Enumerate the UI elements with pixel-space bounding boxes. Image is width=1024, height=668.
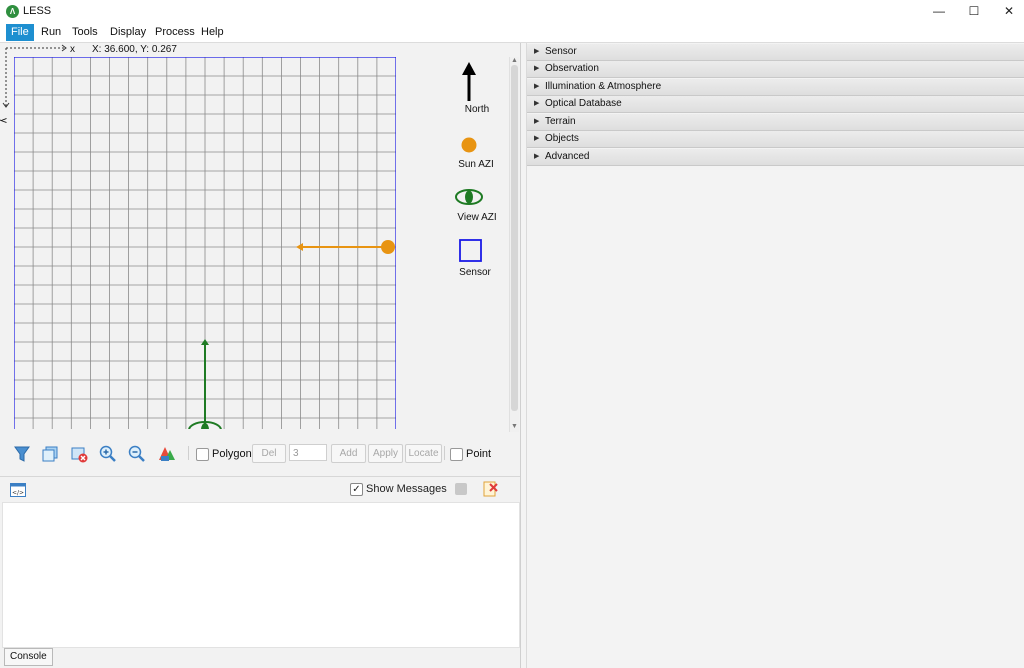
map-vertical-scrollbar[interactable]: ▲ ▼: [509, 57, 519, 432]
show-messages-label: Show Messages: [366, 483, 447, 495]
delete-objects-icon[interactable]: [69, 444, 89, 464]
scene-map-canvas[interactable]: [0, 43, 508, 435]
section-objects[interactable]: ▶ Objects: [527, 131, 1024, 148]
section-illumination-atmosphere[interactable]: ▶ Illumination & Atmosphere: [527, 79, 1024, 96]
sun-legend-icon: [461, 137, 477, 153]
view-azi-label: View AZI: [457, 212, 497, 223]
menu-tools[interactable]: Tools: [67, 24, 103, 41]
sensor-square-icon: [459, 239, 482, 262]
menu-file[interactable]: File: [6, 24, 34, 41]
code-window-icon[interactable]: </>: [10, 483, 26, 497]
title-bar: Λ LESS — ☐ ✕: [0, 0, 1024, 24]
polygon-checkbox[interactable]: [196, 448, 209, 461]
expand-arrow-icon: ▶: [534, 153, 540, 160]
eye-icon: [455, 189, 483, 205]
close-button[interactable]: ✕: [992, 0, 1024, 23]
3d-view-icon[interactable]: [157, 444, 177, 464]
toolbar-separator: [444, 446, 445, 460]
vertex-count-input[interactable]: 3: [289, 444, 327, 461]
menu-display[interactable]: Display: [105, 24, 151, 41]
scroll-down-icon[interactable]: ▼: [511, 423, 518, 431]
zoom-out-icon[interactable]: [127, 444, 147, 464]
properties-pane: ▶ Sensor ▶ Observation ▶ Illumination & …: [526, 43, 1024, 668]
locate-button[interactable]: Locate: [405, 444, 442, 463]
sensor-label: Sensor: [459, 267, 491, 278]
section-optical-database[interactable]: ▶ Optical Database: [527, 96, 1024, 113]
scroll-up-icon[interactable]: ▲: [511, 57, 518, 65]
console-output[interactable]: [2, 502, 520, 648]
map-toolbar: Polygon Del 3 Add Apply Locate Point: [0, 440, 520, 468]
show-messages-checkbox[interactable]: ✓: [350, 483, 363, 496]
window-title: LESS: [23, 5, 52, 17]
app-logo-icon: Λ: [6, 5, 19, 18]
select-all-icon[interactable]: [40, 444, 60, 464]
filter-icon[interactable]: [12, 444, 32, 464]
minimize-button[interactable]: —: [922, 0, 956, 23]
sun-azimuth-arrowhead: [296, 243, 303, 251]
section-observation[interactable]: ▶ Observation: [527, 61, 1024, 78]
sun-azi-label: Sun AZI: [458, 159, 494, 170]
expand-arrow-icon: ▶: [534, 65, 540, 72]
section-advanced[interactable]: ▶ Advanced: [527, 149, 1024, 166]
expand-arrow-icon: ▶: [534, 48, 540, 55]
clear-console-icon[interactable]: [481, 480, 499, 498]
sun-position-marker[interactable]: [381, 240, 395, 254]
section-terrain[interactable]: ▶ Terrain: [527, 114, 1024, 131]
section-sensor[interactable]: ▶ Sensor: [527, 44, 1024, 61]
console-tab[interactable]: Console: [4, 648, 53, 666]
expand-arrow-icon: ▶: [534, 83, 540, 90]
scrollbar-thumb[interactable]: [511, 65, 518, 411]
scene-editor-pane: x y X: 36.600, Y: 0.267: [0, 43, 521, 668]
toolbar-separator: [188, 446, 189, 460]
polygon-label: Polygon: [212, 448, 252, 460]
del-button[interactable]: Del: [252, 444, 286, 463]
north-arrow-icon: [462, 62, 476, 101]
menu-run[interactable]: Run: [36, 24, 66, 41]
menu-help[interactable]: Help: [196, 24, 229, 41]
expand-arrow-icon: ▶: [534, 135, 540, 142]
zoom-in-icon[interactable]: [98, 444, 118, 464]
north-label: North: [464, 104, 490, 115]
svg-text:</>: </>: [12, 490, 24, 497]
menu-process[interactable]: Process: [150, 24, 200, 41]
point-label: Point: [466, 448, 492, 460]
messages-header: </> ✓ Show Messages: [0, 476, 520, 502]
menu-bar: File Run Tools Display Process Help: [0, 23, 1024, 43]
stop-icon[interactable]: [455, 483, 467, 495]
apply-button[interactable]: Apply: [368, 444, 403, 463]
expand-arrow-icon: ▶: [534, 118, 540, 125]
point-checkbox[interactable]: [450, 448, 463, 461]
expand-arrow-icon: ▶: [534, 100, 540, 107]
maximize-button[interactable]: ☐: [957, 0, 991, 23]
add-button[interactable]: Add: [331, 444, 366, 463]
